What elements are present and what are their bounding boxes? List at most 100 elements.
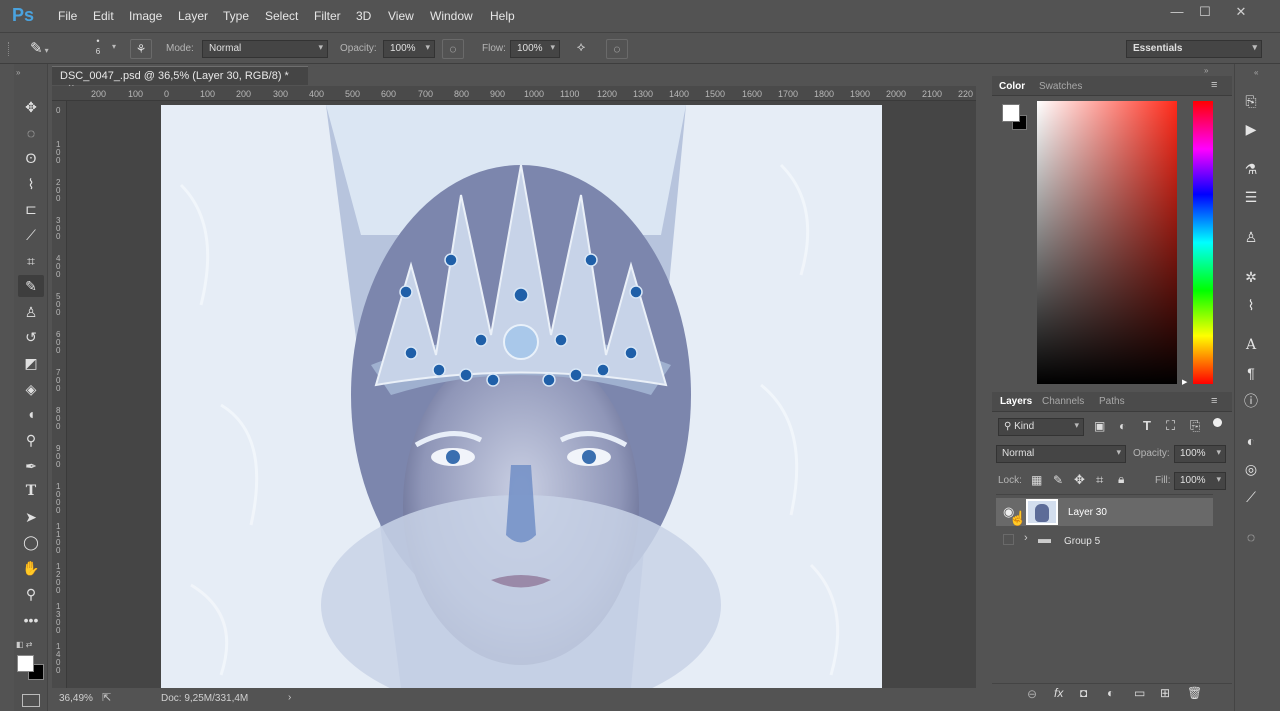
delete-layer-icon[interactable]: 🗑︎ [1187,686,1202,700]
lock-position-icon[interactable]: ✥ [1074,472,1085,488]
marquee-tool-icon[interactable]: ◌ [18,122,44,144]
menu-layer[interactable]: Layer [178,9,208,23]
workspace-select[interactable]: Essentials ▾ [1126,40,1262,58]
paths-panel-icon[interactable]: ⟋ [1240,486,1262,508]
filter-type-icon[interactable]: T [1143,418,1151,433]
ruler-horizontal[interactable]: 200 100 0 100 200 300 400 500 600 700 80… [52,86,976,101]
path-selection-tool-icon[interactable]: ➤ [18,506,44,528]
link-layers-icon[interactable]: ⊖ [1027,687,1037,701]
brush-tool-icon[interactable]: ✎ [18,275,44,297]
ruler-vertical[interactable]: 0 1 0 0 2 0 0 3 0 0 4 0 0 5 0 0 6 0 0 7 … [52,101,67,688]
healing-brush-tool-icon[interactable]: ⌗ [18,250,44,272]
opacity-field[interactable]: 100% ▾ [383,40,435,58]
brush-settings-panel-icon[interactable]: ⚗ [1240,158,1262,180]
dodge-tool-icon[interactable]: ⚲ [18,429,44,451]
clone-stamp-tool-icon[interactable]: ♙ [18,301,44,323]
minimize-button[interactable]: — [1168,4,1186,19]
menu-3d[interactable]: 3D [356,9,371,23]
character-panel-icon[interactable]: A [1240,334,1262,356]
filter-shape-icon[interactable]: ⛶ [1166,418,1175,434]
hue-slider-handle[interactable]: ▶ [1182,378,1187,386]
menu-filter[interactable]: Filter [314,9,341,23]
pressure-size-icon[interactable]: ◌ [606,39,628,59]
status-menu-arrow-icon[interactable]: › [288,692,291,703]
filter-toggle-icon[interactable] [1213,418,1222,427]
pressure-opacity-icon[interactable]: ◌ [442,39,464,59]
collapse-panels-icon[interactable]: » [1204,66,1208,75]
lock-all-icon[interactable]: 🔒︎ [1118,472,1124,487]
brush-panel-icon[interactable]: ⚘ [130,39,152,59]
navigator-panel-icon[interactable]: ◌ [1240,526,1262,548]
add-mask-icon[interactable]: ◘ [1080,686,1087,700]
visibility-toggle[interactable] [1003,534,1014,545]
filter-adjustment-icon[interactable]: ◐ [1119,419,1126,433]
adjustment-layer-icon[interactable]: ◐ [1107,686,1114,700]
more-tools-icon[interactable]: ••• [18,609,44,631]
tab-channels[interactable]: Channels [1042,396,1084,407]
lasso-tool-icon[interactable]: ʘ [18,147,44,169]
mode-select[interactable]: Normal ▾ [202,40,328,58]
layer-name[interactable]: Layer 30 [1068,507,1107,518]
panel-menu-icon[interactable]: ≡ [1211,79,1217,91]
flow-field[interactable]: 100% ▾ [510,40,560,58]
menu-select[interactable]: Select [265,9,298,23]
chevron-down-icon[interactable]: ▾ [112,42,116,51]
menu-type[interactable]: Type [223,9,249,23]
hand-tool-icon[interactable]: ✋ [18,557,44,579]
expand-panels-icon[interactable]: « [1254,68,1258,77]
history-brush-tool-icon[interactable]: ↺ [18,326,44,348]
crop-tool-icon[interactable]: ⊏ [18,198,44,220]
close-button[interactable]: ✕ [1232,4,1250,20]
grip-handle[interactable] [8,42,12,56]
zoom-tool-icon[interactable]: ⚲ [18,583,44,605]
quick-mask-icon[interactable] [22,694,40,707]
blend-mode-select[interactable]: Normal ▾ [996,445,1126,463]
ellipse-tool-icon[interactable]: ◯ [18,531,44,553]
menu-view[interactable]: View [388,9,414,23]
quick-select-tool-icon[interactable]: ⌇ [18,173,44,195]
styles-panel-icon[interactable]: ◎ [1240,458,1262,480]
tab-paths[interactable]: Paths [1099,396,1125,407]
brush-preset-icon[interactable]: ✎ ▾ [30,39,60,59]
fill-field[interactable]: 100% ▾ [1174,472,1226,490]
document-tab[interactable]: DSC_0047_.psd @ 36,5% (Layer 30, RGB/8) … [52,66,308,94]
adjustments-panel-icon[interactable]: ☰ [1240,186,1262,208]
history-panel-icon[interactable]: ⎘ [1240,90,1262,112]
color-panel-icon[interactable]: ◐ [1240,430,1262,452]
clone-source-panel-icon[interactable]: ♙ [1240,226,1262,248]
pen-tool-icon[interactable]: ✒ [18,455,44,477]
paragraph-panel-icon[interactable]: ¶ [1240,362,1262,384]
airbrush-icon[interactable]: ⟡ [570,39,592,59]
paint-bucket-tool-icon[interactable]: ◈ [18,378,44,400]
layer-name[interactable]: Group 5 [1064,536,1100,547]
layer-style-icon[interactable]: fx [1054,686,1063,700]
blur-tool-icon[interactable]: ◖ [18,403,44,425]
new-layer-icon[interactable]: ⊞ [1160,686,1170,700]
layer-opacity-field[interactable]: 100% ▾ [1174,445,1226,463]
document-image[interactable] [161,105,882,688]
actions-panel-icon[interactable]: ▶ [1240,118,1262,140]
move-tool-icon[interactable]: ✥ [18,96,44,118]
type-tool-icon[interactable]: T [18,480,44,502]
layer-row-layer-30[interactable]: ◉ ☝ Layer 30 [996,498,1213,526]
new-group-icon[interactable]: ▭ [1134,686,1145,700]
filter-pixel-icon[interactable]: ▣ [1094,419,1105,433]
color-picker-field[interactable] [1037,101,1177,384]
menu-image[interactable]: Image [129,9,162,23]
panel-menu-icon[interactable]: ≡ [1211,395,1217,407]
brush-size-picker[interactable]: • 6 [86,36,110,62]
zoom-level[interactable]: 36,49% [59,693,93,704]
canvas-area[interactable] [67,101,976,688]
share-icon[interactable]: ⇱ [102,691,111,704]
hue-slider[interactable] [1193,101,1213,384]
properties-panel-icon[interactable]: ✲ [1240,266,1262,288]
menu-help[interactable]: Help [490,9,515,23]
filter-smart-object-icon[interactable]: ⎘ [1190,418,1200,434]
foreground-color-swatch[interactable] [17,655,34,672]
default-colors-icon[interactable]: ◧ ⇄ [16,640,32,649]
lock-transparency-icon[interactable]: ▦ [1031,473,1042,487]
tab-color[interactable]: Color [999,81,1025,92]
lock-artboard-icon[interactable]: ⌗ [1096,472,1103,488]
menu-file[interactable]: File [58,9,77,23]
layer-row-group-5[interactable]: › ▬ Group 5 [996,527,1213,555]
